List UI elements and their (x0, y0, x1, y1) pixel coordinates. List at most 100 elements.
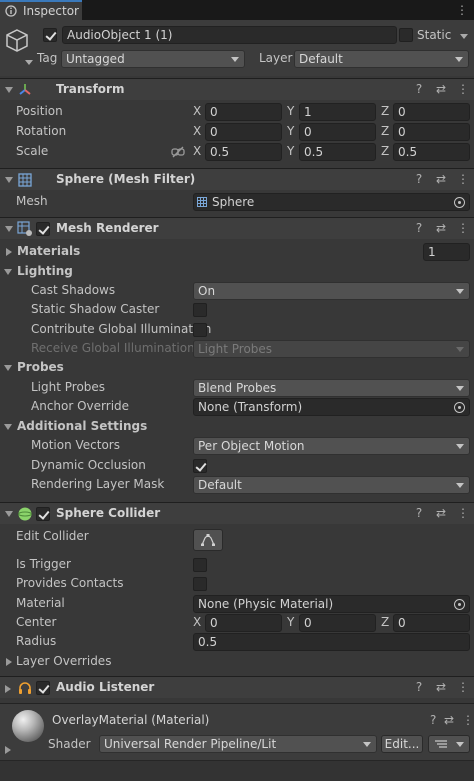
center-y-field[interactable]: 0 (299, 614, 376, 632)
presets-icon[interactable]: ⇄ (434, 506, 448, 520)
position-x-field[interactable]: 0 (205, 103, 282, 121)
presets-icon[interactable]: ⇄ (434, 680, 448, 694)
shader-options-button[interactable] (428, 735, 470, 753)
position-z-field[interactable]: 0 (393, 103, 470, 121)
fold-open-icon[interactable] (5, 226, 13, 232)
fold-closed-icon[interactable] (6, 658, 12, 666)
dynamic-occlusion-checkbox[interactable] (193, 459, 207, 473)
axis-y-label[interactable]: Y (287, 615, 294, 629)
sphere-collider-enabled-checkbox[interactable] (36, 507, 50, 521)
fold-open-icon[interactable] (4, 269, 12, 275)
mesh-filter-header[interactable]: Sphere (Mesh Filter) ? ⇄ ⋮ (0, 168, 474, 190)
component-menu-icon[interactable]: ⋮ (456, 172, 470, 186)
static-shadow-checkbox[interactable] (193, 303, 207, 317)
rotation-z-field[interactable]: 0 (393, 123, 470, 141)
object-picker-icon[interactable] (454, 197, 465, 208)
cast-shadows-dropdown[interactable]: On (193, 282, 470, 300)
radius-field[interactable]: 0.5 (193, 633, 470, 651)
edit-collider-button[interactable] (193, 529, 223, 551)
fold-open-icon[interactable] (5, 87, 13, 93)
rotation-x-field[interactable]: 0 (205, 123, 282, 141)
presets-icon[interactable]: ⇄ (434, 172, 448, 186)
tag-dropdown[interactable]: Untagged (61, 50, 245, 68)
axis-y-label[interactable]: Y (287, 124, 294, 138)
help-icon[interactable]: ? (412, 506, 426, 520)
position-y-field[interactable]: 1 (299, 103, 376, 121)
scale-y-field[interactable]: 0.5 (299, 143, 376, 161)
collider-material-field[interactable]: None (Physic Material) (193, 595, 470, 613)
axis-x-label[interactable]: X (193, 104, 201, 118)
help-icon[interactable]: ? (412, 172, 426, 186)
help-icon[interactable]: ? (430, 713, 436, 727)
object-name-field[interactable]: AudioObject 1 (1) (62, 26, 397, 44)
edit-shader-button[interactable]: Edit... (381, 735, 423, 753)
audio-listener-enabled-checkbox[interactable] (36, 681, 50, 695)
component-menu-icon[interactable]: ⋮ (456, 680, 470, 694)
static-checkbox[interactable] (399, 28, 413, 42)
scale-label: Scale (16, 144, 49, 158)
mesh-object-field[interactable]: Sphere (193, 193, 470, 211)
scale-x-field[interactable]: 0.5 (205, 143, 282, 161)
lighting-row[interactable]: Lighting (0, 262, 474, 282)
presets-icon[interactable]: ⇄ (444, 713, 454, 727)
active-checkbox[interactable] (43, 28, 57, 42)
axis-z-label[interactable]: Z (381, 615, 389, 629)
object-picker-icon[interactable] (454, 402, 465, 413)
sphere-collider-header[interactable]: Sphere Collider ? ⇄ ⋮ (0, 502, 474, 524)
fold-open-icon[interactable] (5, 511, 13, 517)
kebab-menu-icon[interactable]: ⋮ (456, 3, 468, 17)
light-probes-dropdown[interactable]: Blend Probes (193, 379, 470, 397)
axis-x-label[interactable]: X (193, 144, 201, 158)
presets-icon[interactable]: ⇄ (434, 82, 448, 96)
scale-z-field[interactable]: 0.5 (393, 143, 470, 161)
help-icon[interactable]: ? (412, 221, 426, 235)
shader-dropdown[interactable]: Universal Render Pipeline/Lit (99, 735, 377, 753)
fold-open-icon[interactable] (5, 177, 13, 183)
fold-closed-icon[interactable] (5, 746, 11, 754)
mesh-renderer-enabled-checkbox[interactable] (36, 222, 50, 236)
layer-overrides-row[interactable]: Layer Overrides (0, 652, 474, 672)
probes-row[interactable]: Probes (0, 358, 474, 378)
rotation-y-field[interactable]: 0 (299, 123, 376, 141)
fold-open-icon[interactable] (4, 365, 12, 371)
rendering-layer-dropdown[interactable]: Default (193, 476, 470, 494)
motion-vectors-dropdown[interactable]: Per Object Motion (193, 437, 470, 455)
axis-y-label[interactable]: Y (287, 144, 294, 158)
is-trigger-checkbox[interactable] (193, 558, 207, 572)
contribute-gi-checkbox[interactable] (193, 323, 207, 337)
object-picker-icon[interactable] (454, 599, 465, 610)
component-menu-icon[interactable]: ⋮ (456, 506, 470, 520)
material-preview[interactable] (12, 710, 44, 742)
axis-x-label[interactable]: X (193, 124, 201, 138)
prefab-dropdown-arrow-icon[interactable] (25, 60, 33, 65)
center-x-field[interactable]: 0 (205, 614, 282, 632)
fold-open-icon[interactable] (4, 424, 12, 430)
axis-z-label[interactable]: Z (381, 144, 389, 158)
materials-count-field[interactable]: 1 (423, 243, 470, 261)
materials-row[interactable]: Materials 1 (0, 242, 474, 262)
axis-y-label[interactable]: Y (287, 104, 294, 118)
component-menu-icon[interactable]: ⋮ (456, 82, 470, 96)
additional-settings-row[interactable]: Additional Settings (0, 417, 474, 437)
component-menu-icon[interactable]: ⋮ (462, 713, 474, 727)
mesh-renderer-header[interactable]: Mesh Renderer ? ⇄ ⋮ (0, 217, 474, 239)
static-dropdown-icon[interactable] (460, 34, 468, 39)
tab-inspector[interactable]: Inspector (0, 0, 82, 20)
anchor-override-field[interactable]: None (Transform) (193, 398, 470, 416)
axis-z-label[interactable]: Z (381, 124, 389, 138)
fold-closed-icon[interactable] (6, 248, 12, 256)
audio-listener-header[interactable]: Audio Listener ? ⇄ ⋮ (0, 676, 474, 698)
center-z-field[interactable]: 0 (393, 614, 470, 632)
layer-dropdown[interactable]: Default (294, 50, 469, 68)
help-icon[interactable]: ? (412, 680, 426, 694)
fold-closed-icon[interactable] (5, 685, 11, 693)
presets-icon[interactable]: ⇄ (434, 221, 448, 235)
provides-contacts-checkbox[interactable] (193, 577, 207, 591)
transform-header[interactable]: Transform ? ⇄ ⋮ (0, 78, 474, 100)
constrain-proportions-icon[interactable] (171, 146, 185, 158)
help-icon[interactable]: ? (412, 82, 426, 96)
collider-material-label: Material (16, 596, 65, 610)
axis-x-label[interactable]: X (193, 615, 201, 629)
axis-z-label[interactable]: Z (381, 104, 389, 118)
component-menu-icon[interactable]: ⋮ (456, 221, 470, 235)
